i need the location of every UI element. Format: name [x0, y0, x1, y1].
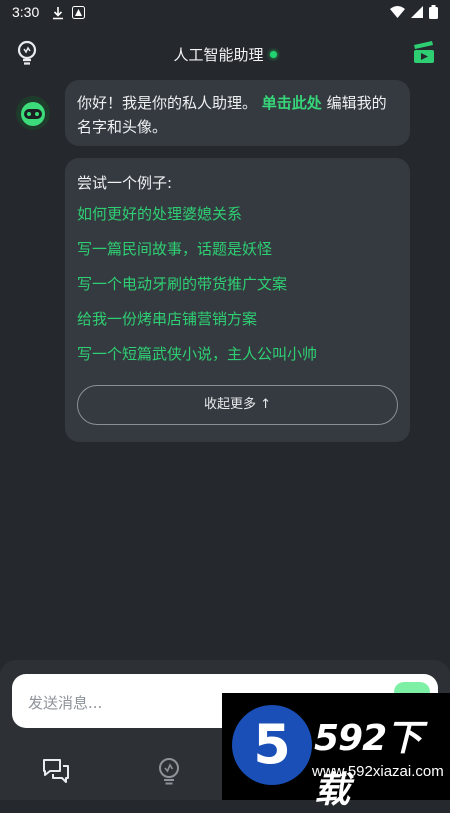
examples-card: 尝试一个例子: 如何更好的处理婆媳关系 写一篇民间故事，话题是妖怪 写一个电动牙… — [65, 158, 410, 442]
page-title: 人工智能助理 — [0, 44, 450, 65]
battery-icon — [429, 5, 438, 19]
download-icon — [53, 7, 63, 20]
watermark-overlay: 5 592下载 www.592xiazai.com — [222, 693, 450, 811]
assistant-avatar — [16, 96, 50, 130]
film-icon[interactable] — [412, 40, 436, 64]
message-input-placeholder: 发送消息... — [28, 694, 103, 712]
greeting-text: 你好！我是你的私人助理。 — [77, 94, 258, 112]
example-item[interactable]: 写一个电动牙刷的带货推广文案 — [77, 273, 398, 308]
example-item[interactable]: 如何更好的处理婆媳关系 — [77, 203, 398, 238]
app-notification-icon — [72, 6, 85, 19]
online-status-dot — [269, 51, 277, 58]
watermark-brand: 592下载 — [314, 718, 422, 811]
collapse-examples-button[interactable]: 收起更多 ↑ — [77, 385, 398, 425]
cell-signal-icon — [411, 6, 423, 18]
watermark-logo: 5 — [232, 705, 312, 785]
page-title-text: 人工智能助理 — [173, 46, 264, 64]
status-time: 3:30 — [12, 4, 40, 20]
lightbulb-tab-icon[interactable] — [154, 756, 184, 786]
app-header: 人工智能助理 — [0, 30, 450, 76]
greeting-message: 你好！我是你的私人助理。 单击此处 编辑我的名字和头像。 — [65, 80, 410, 146]
chat-icon[interactable] — [41, 756, 71, 786]
examples-title: 尝试一个例子: — [77, 174, 173, 192]
status-bar: 3:30 — [0, 0, 450, 26]
watermark-badge: 5 — [253, 713, 291, 776]
example-item[interactable]: 给我一份烤串店铺营销方案 — [77, 308, 398, 343]
edit-profile-link[interactable]: 单击此处 — [262, 94, 322, 112]
example-item[interactable]: 写一个短篇武侠小说，主人公叫小帅 — [77, 343, 398, 378]
wifi-icon — [390, 6, 405, 18]
example-item[interactable]: 写一篇民间故事，话题是妖怪 — [77, 238, 398, 273]
watermark-url: www.592xiazai.com — [312, 763, 444, 780]
